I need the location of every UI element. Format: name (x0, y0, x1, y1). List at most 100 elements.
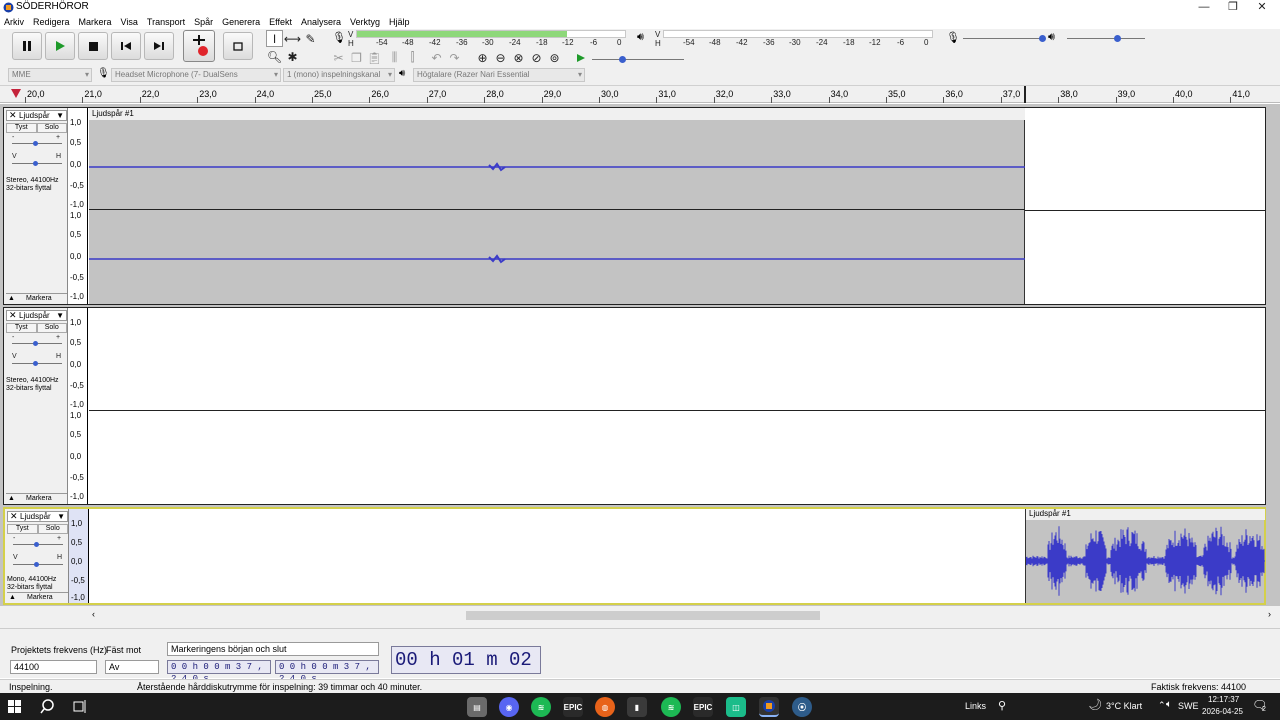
spotify-2-taskbar-icon[interactable]: ≋ (661, 697, 681, 717)
maximize-button[interactable]: ❐ (1219, 0, 1247, 15)
recording-device-select[interactable]: Headset Microphone (7- DualSens (111, 68, 281, 82)
pause-button[interactable] (12, 32, 42, 60)
solo-button[interactable]: Solo (37, 524, 68, 534)
scroll-right-arrow-icon[interactable]: › (1268, 609, 1271, 619)
envelope-tool[interactable]: ⟷ (284, 30, 301, 47)
language-indicator[interactable]: SWE (1178, 701, 1199, 711)
pan-knob[interactable] (33, 161, 38, 166)
links-toolbar[interactable]: Links (965, 701, 986, 711)
menu-arkiv[interactable]: Arkiv (4, 15, 33, 29)
weather-widget[interactable]: 3°C Klart (1106, 701, 1142, 711)
draw-tool[interactable]: ✎ (302, 30, 319, 47)
skip-end-button[interactable] (144, 32, 174, 60)
solo-button[interactable]: Solo (36, 123, 67, 133)
select-track-button[interactable]: Markera (26, 494, 52, 504)
track-menu-chevron-icon[interactable]: ▼ (57, 512, 65, 521)
pan-knob[interactable] (34, 562, 39, 567)
play-speed-slider[interactable] (592, 59, 684, 60)
gain-knob[interactable] (34, 542, 39, 547)
menu-visa[interactable]: Visa (121, 15, 147, 29)
speaker-icon[interactable]: 🔊︎ (637, 31, 644, 44)
fit-selection-button[interactable]: ⊗ (510, 49, 527, 66)
playback-meter-left[interactable] (663, 30, 933, 38)
multi-tool[interactable]: ✱ (284, 48, 301, 65)
horizontal-scrollbar-thumb[interactable] (466, 611, 820, 620)
clip-title-bar[interactable]: Ljudspår #1 (1026, 509, 1265, 520)
menu-effekt[interactable]: Effekt (269, 15, 301, 29)
menu-redigera[interactable]: Redigera (33, 15, 79, 29)
epic-games-taskbar-icon[interactable]: EPIC (563, 697, 583, 717)
clock-date[interactable]: 2026-04-25 (1202, 707, 1243, 716)
track-select-row[interactable]: ▲ Markera (6, 493, 67, 503)
epic-games-2-taskbar-icon[interactable]: EPIC (693, 697, 713, 717)
track-2-header[interactable]: ✕ Ljudspår ▼ (6, 310, 67, 321)
track-menu-chevron-icon[interactable]: ▼ (56, 111, 64, 120)
select-track-button[interactable]: Markera (26, 294, 52, 304)
play-at-speed-button[interactable] (572, 49, 589, 66)
menu-spar[interactable]: Spår (194, 15, 222, 29)
cut-button[interactable]: ✂ (330, 49, 347, 66)
file-explorer-taskbar-icon[interactable]: ▤ (467, 697, 487, 717)
close-button[interactable]: ✕ (1248, 0, 1276, 15)
loop-button[interactable] (223, 32, 253, 60)
firefox-taskbar-icon[interactable]: ◍ (595, 697, 615, 717)
gain-knob[interactable] (33, 341, 38, 346)
menu-generera[interactable]: Generera (222, 15, 269, 29)
audacity-taskbar-icon[interactable] (759, 697, 779, 717)
menu-markera[interactable]: Markera (79, 15, 121, 29)
recording-channels-select[interactable]: 1 (mono) inspelningskanal (283, 68, 395, 82)
clock-time[interactable]: 12:17:37 (1208, 695, 1239, 704)
record-volume-slider[interactable] (963, 38, 1045, 39)
collapse-track-icon[interactable]: ▲ (8, 294, 15, 304)
mute-button[interactable]: Tyst (7, 524, 38, 534)
track-3-header[interactable]: ✕ Ljudspår ▼ (7, 511, 68, 522)
task-view-icon[interactable] (72, 700, 87, 713)
track-close-icon[interactable]: ✕ (9, 111, 17, 120)
recording-clip[interactable]: Ljudspår #1 (1025, 509, 1265, 603)
volume-tray-icon[interactable]: 🔈︎ (1166, 699, 1172, 710)
menu-transport[interactable]: Transport (147, 15, 194, 29)
copy-button[interactable]: ❐ (348, 49, 365, 66)
zoom-tool[interactable]: 🔍︎ (266, 48, 283, 65)
stop-button[interactable] (78, 32, 108, 60)
collapse-track-icon[interactable]: ▲ (8, 494, 15, 504)
track-1-header[interactable]: ✕ Ljudspår ▼ (6, 110, 67, 121)
zoom-in-button[interactable]: ⊕ (474, 49, 491, 66)
skip-start-button[interactable] (111, 32, 141, 60)
chat-app-taskbar-icon[interactable]: ◫ (726, 697, 746, 717)
track-1[interactable]: ✕ Ljudspår ▼ Tyst Solo - + V H Stereo, 4… (3, 107, 1266, 305)
redo-button[interactable]: ↷ (446, 49, 463, 66)
mute-button[interactable]: Tyst (6, 323, 37, 333)
playback-volume-slider[interactable] (1067, 38, 1145, 39)
audio-host-select[interactable]: MME (8, 68, 92, 82)
playback-device-select[interactable]: Högtalare (Razer Nari Essential (413, 68, 585, 82)
track-select-row[interactable]: ▲ Markera (6, 293, 67, 303)
menu-analysera[interactable]: Analysera (301, 15, 350, 29)
selection-start-time[interactable]: 0 0 h 0 0 m 3 7 , 2 4 0 s (167, 660, 271, 684)
record-meter-left[interactable] (356, 30, 626, 38)
playhead-marker-icon[interactable] (11, 89, 22, 100)
app-taskbar-icon[interactable]: ▮ (627, 697, 647, 717)
silence-button[interactable]: ⫿ (404, 49, 421, 66)
project-rate-select[interactable]: 44100 (10, 660, 97, 674)
solo-button[interactable]: Solo (36, 323, 67, 333)
windows-start-icon[interactable] (8, 700, 21, 713)
track-3-lane[interactable] (90, 509, 1025, 603)
trim-button[interactable]: ⫼ (386, 49, 403, 66)
paste-button[interactable]: 📋︎ (366, 49, 383, 66)
selection-end-time[interactable]: 0 0 h 0 0 m 3 7 , 2 4 0 s (275, 660, 379, 684)
collapse-track-icon[interactable]: ▲ (9, 593, 16, 603)
tray-chevron-icon[interactable]: ⌃ (1158, 700, 1166, 711)
people-icon[interactable]: ⚲ (998, 699, 1006, 712)
menu-verktyg[interactable]: Verktyg (350, 15, 389, 29)
selection-mode-select[interactable]: Markeringens början och slut (167, 642, 379, 656)
play-button[interactable] (45, 32, 75, 60)
track-close-icon[interactable]: ✕ (9, 311, 17, 320)
fit-project-button[interactable]: ⊘ (528, 49, 545, 66)
undo-button[interactable]: ↶ (428, 49, 445, 66)
record-volume-knob[interactable] (1039, 35, 1046, 42)
timeline-ruler[interactable]: 20,0 21,0 22,0 23,0 24,0 25,0 26,0 27,0 28,0 29,0… (0, 86, 1280, 103)
mute-button[interactable]: Tyst (6, 123, 37, 133)
microphone-icon[interactable]: 🎙︎ (332, 31, 346, 44)
pan-knob[interactable] (33, 361, 38, 366)
